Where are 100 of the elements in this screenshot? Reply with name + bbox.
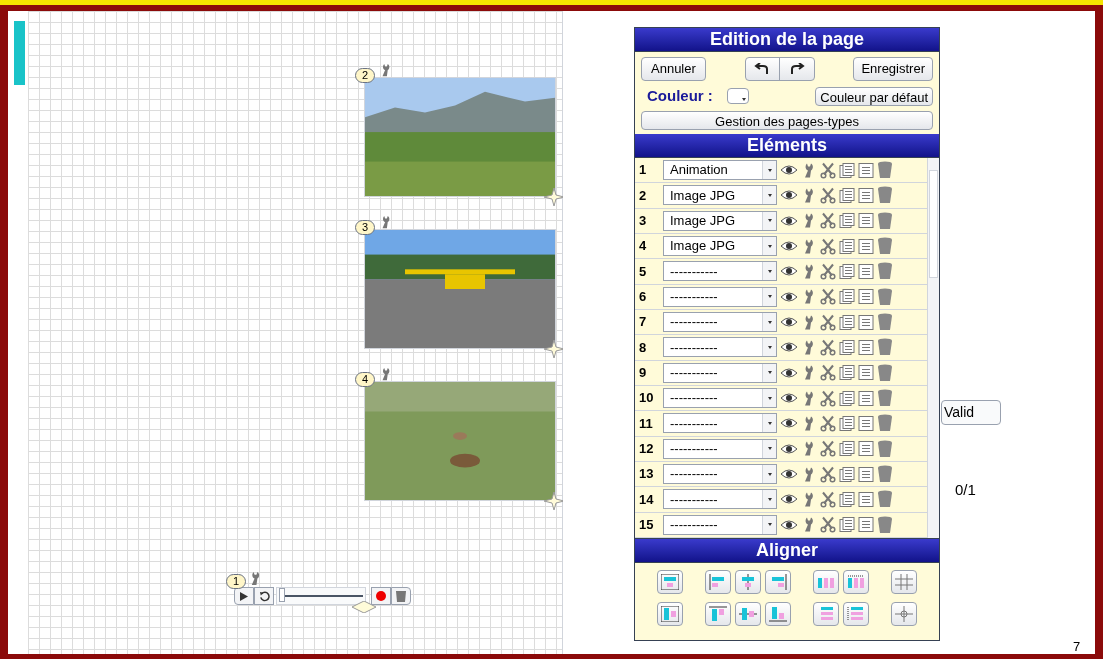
scissors-icon[interactable] bbox=[820, 414, 836, 432]
crosshair-button[interactable] bbox=[891, 602, 917, 626]
copy-icon[interactable] bbox=[839, 288, 855, 306]
scissors-icon[interactable] bbox=[820, 237, 836, 255]
page-icon[interactable] bbox=[858, 440, 874, 458]
replay-button[interactable] bbox=[254, 587, 274, 605]
element-type-dropdown[interactable]: Animation bbox=[663, 160, 777, 181]
grid-button[interactable] bbox=[891, 570, 917, 594]
copy-icon[interactable] bbox=[839, 440, 855, 458]
align-hcenter-button[interactable] bbox=[735, 570, 761, 594]
copy-icon[interactable] bbox=[839, 161, 855, 179]
copy-icon[interactable] bbox=[839, 212, 855, 230]
element-type-dropdown[interactable]: ----------- bbox=[663, 413, 777, 434]
valid-button[interactable]: Valid bbox=[941, 400, 1001, 425]
eye-icon[interactable] bbox=[780, 264, 798, 279]
eye-icon[interactable] bbox=[780, 416, 798, 431]
eye-icon[interactable] bbox=[780, 340, 798, 355]
trash-icon[interactable] bbox=[877, 363, 893, 382]
copy-icon[interactable] bbox=[839, 313, 855, 331]
trash-icon[interactable] bbox=[877, 211, 893, 230]
scissors-icon[interactable] bbox=[820, 313, 836, 331]
trash-icon[interactable] bbox=[877, 237, 893, 256]
distribute-vspacing-button[interactable] bbox=[843, 602, 869, 626]
scissors-icon[interactable] bbox=[820, 212, 836, 230]
scissors-icon[interactable] bbox=[820, 338, 836, 356]
distribute-horizontal-button[interactable] bbox=[813, 570, 839, 594]
element-type-dropdown[interactable]: Image JPG bbox=[663, 210, 777, 231]
templates-button[interactable]: Gestion des pages-types bbox=[641, 111, 933, 130]
copy-icon[interactable] bbox=[839, 389, 855, 407]
resize-handle-icon[interactable] bbox=[544, 340, 564, 358]
resize-handle-icon[interactable] bbox=[352, 601, 376, 613]
page-icon[interactable] bbox=[858, 313, 874, 331]
eye-icon[interactable] bbox=[780, 239, 798, 254]
page-icon[interactable] bbox=[858, 414, 874, 432]
record-button[interactable] bbox=[371, 587, 391, 605]
page-icon[interactable] bbox=[858, 389, 874, 407]
element-type-dropdown[interactable]: ----------- bbox=[663, 286, 777, 307]
element-type-dropdown[interactable]: ----------- bbox=[663, 438, 777, 459]
trash-icon[interactable] bbox=[877, 490, 893, 509]
eye-icon[interactable] bbox=[780, 441, 798, 456]
scissors-icon[interactable] bbox=[820, 161, 836, 179]
align-top-button[interactable] bbox=[705, 602, 731, 626]
scissors-icon[interactable] bbox=[820, 465, 836, 483]
eye-icon[interactable] bbox=[780, 163, 798, 178]
page-icon[interactable] bbox=[858, 516, 874, 534]
scissors-icon[interactable] bbox=[820, 364, 836, 382]
scissors-icon[interactable] bbox=[820, 490, 836, 508]
trash-icon[interactable] bbox=[877, 389, 893, 408]
copy-icon[interactable] bbox=[839, 338, 855, 356]
copy-icon[interactable] bbox=[839, 187, 855, 204]
photo-placeholder[interactable] bbox=[364, 77, 556, 197]
copy-icon[interactable] bbox=[839, 262, 855, 280]
align-left-button[interactable] bbox=[705, 570, 731, 594]
scissors-icon[interactable] bbox=[820, 187, 836, 204]
photo-placeholder[interactable] bbox=[364, 229, 556, 349]
cancel-button[interactable]: Annuler bbox=[641, 56, 706, 81]
eye-icon[interactable] bbox=[780, 213, 798, 228]
photo-placeholder[interactable] bbox=[364, 381, 556, 501]
trash-icon[interactable] bbox=[877, 161, 893, 180]
page-icon[interactable] bbox=[858, 364, 874, 382]
timeline-slider[interactable] bbox=[276, 587, 366, 605]
eye-icon[interactable] bbox=[780, 492, 798, 507]
element-type-dropdown[interactable]: Image JPG bbox=[663, 236, 777, 257]
trash-icon[interactable] bbox=[877, 287, 893, 306]
trash-icon[interactable] bbox=[877, 186, 893, 205]
page-icon[interactable] bbox=[858, 237, 874, 255]
copy-icon[interactable] bbox=[839, 237, 855, 255]
copy-icon[interactable] bbox=[839, 364, 855, 382]
slider-thumb[interactable] bbox=[279, 588, 285, 602]
element-type-dropdown[interactable]: ----------- bbox=[663, 388, 777, 409]
page-icon[interactable] bbox=[858, 161, 874, 179]
eye-icon[interactable] bbox=[780, 289, 798, 304]
eye-icon[interactable] bbox=[780, 517, 798, 532]
scissors-icon[interactable] bbox=[820, 389, 836, 407]
trash-icon[interactable] bbox=[877, 262, 893, 281]
element-type-dropdown[interactable]: ----------- bbox=[663, 261, 777, 282]
eye-icon[interactable] bbox=[780, 391, 798, 406]
delete-button[interactable] bbox=[391, 587, 411, 605]
trash-icon[interactable] bbox=[877, 414, 893, 433]
trash-icon[interactable] bbox=[877, 439, 893, 458]
scissors-icon[interactable] bbox=[820, 440, 836, 458]
element-type-dropdown[interactable]: ----------- bbox=[663, 489, 777, 510]
element-type-dropdown[interactable]: Image JPG bbox=[663, 185, 777, 206]
align-middle-button[interactable] bbox=[657, 602, 683, 626]
copy-icon[interactable] bbox=[839, 414, 855, 432]
color-picker[interactable] bbox=[726, 88, 749, 104]
align-right-button[interactable] bbox=[765, 570, 791, 594]
align-vcenter-button[interactable] bbox=[735, 602, 761, 626]
trash-icon[interactable] bbox=[877, 313, 893, 332]
play-button[interactable] bbox=[234, 587, 254, 605]
page-icon[interactable] bbox=[858, 490, 874, 508]
element-type-dropdown[interactable]: ----------- bbox=[663, 362, 777, 383]
page-icon[interactable] bbox=[858, 187, 874, 204]
page-icon[interactable] bbox=[858, 465, 874, 483]
distribute-vertical-button[interactable] bbox=[813, 602, 839, 626]
element-type-dropdown[interactable]: ----------- bbox=[663, 514, 777, 535]
element-type-dropdown[interactable]: ----------- bbox=[663, 464, 777, 485]
scrollbar[interactable] bbox=[927, 158, 939, 538]
element-type-dropdown[interactable]: ----------- bbox=[663, 337, 777, 358]
distribute-spacing-button[interactable] bbox=[843, 570, 869, 594]
